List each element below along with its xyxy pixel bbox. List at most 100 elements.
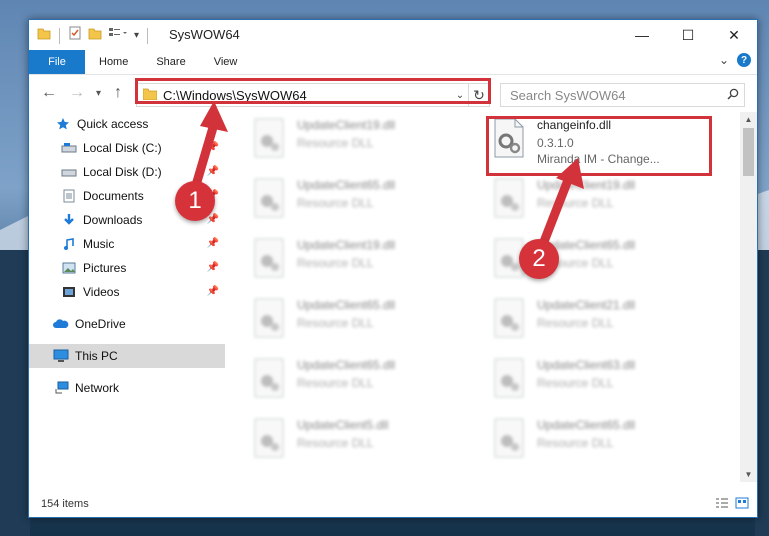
sidebar-item-pictures[interactable]: Pictures 📌	[29, 256, 225, 280]
help-button[interactable]: ?	[737, 53, 751, 67]
folder-icon	[37, 26, 51, 45]
toolbar-divider	[147, 27, 149, 44]
toolbar-divider	[59, 27, 60, 44]
list-item[interactable]: UpdateClient63.dll Resource DLL	[489, 352, 715, 412]
scroll-down-icon[interactable]: ▼	[740, 470, 757, 479]
tab-home[interactable]: Home	[85, 50, 142, 74]
refresh-icon[interactable]: ↻	[468, 84, 489, 106]
large-icons-view-icon[interactable]	[735, 497, 749, 512]
back-arrow-icon[interactable]: ←	[41, 84, 57, 102]
pin-icon[interactable]: 📌	[207, 262, 219, 273]
explorer-window: ▾ SysWOW64 — ☐ ✕ File Home Share View ⌄ …	[28, 19, 758, 518]
ribbon-right: ⌄ ?	[719, 53, 751, 67]
sidebar-item-label: OneDrive	[75, 317, 126, 331]
search-box[interactable]: Search SysWOW64	[500, 83, 745, 107]
new-folder-icon[interactable]	[88, 26, 102, 45]
sidebar-item-label: Music	[83, 237, 115, 251]
sidebar-item-onedrive[interactable]: OneDrive	[29, 312, 225, 336]
dll-file-icon	[494, 358, 524, 398]
file-name: UpdateClient19.dll	[297, 238, 396, 252]
list-item[interactable]: UpdateClient5.dll Resource DLL	[249, 412, 475, 472]
dll-file-icon	[494, 118, 524, 158]
file-name: UpdateClient63.dll	[537, 358, 636, 372]
file-description: Miranda IM - Change...	[537, 152, 660, 166]
recent-locations-icon[interactable]: ▾	[96, 88, 101, 99]
window-controls: — ☐ ✕	[619, 20, 757, 50]
file-name: changeinfo.dll	[537, 118, 612, 132]
pin-icon[interactable]: 📌	[207, 238, 219, 249]
list-item[interactable]: UpdateClient65.dll Resource DLL	[249, 172, 475, 232]
list-item[interactable]: UpdateClient65.dll Resource DLL	[249, 292, 475, 352]
music-icon	[61, 236, 77, 252]
sidebar-item-label: This PC	[75, 349, 118, 363]
pin-icon[interactable]: 📌	[207, 286, 219, 297]
sidebar-item-local-disk-c[interactable]: Local Disk (C:) 📌	[29, 136, 225, 160]
list-item[interactable]: UpdateClient65.dll Resource DLL	[489, 412, 715, 472]
dll-file-icon	[494, 178, 524, 218]
sidebar-item-network[interactable]: Network	[29, 376, 225, 400]
file-name: UpdateClient19.dll	[297, 118, 396, 132]
details-view-icon[interactable]	[715, 497, 729, 512]
view-toggle	[715, 497, 749, 512]
list-item[interactable]: UpdateClient21.dll Resource DLL	[489, 292, 715, 352]
search-input[interactable]: Search SysWOW64	[501, 88, 722, 103]
up-arrow-icon[interactable]: ↑	[114, 84, 122, 102]
status-bar: 154 items	[29, 491, 757, 517]
address-path[interactable]: C:\Windows\SysWOW64	[163, 88, 452, 103]
forward-arrow-icon[interactable]: →	[69, 84, 85, 102]
dll-file-icon	[254, 298, 284, 338]
sidebar-item-music[interactable]: Music 📌	[29, 232, 225, 256]
minimize-button[interactable]: —	[619, 20, 665, 50]
properties-icon[interactable]	[68, 26, 82, 45]
dll-file-icon	[254, 358, 284, 398]
file-type: Resource DLL	[297, 196, 374, 210]
sidebar-item-quick-access[interactable]: Quick access	[29, 112, 225, 136]
dll-file-icon	[254, 178, 284, 218]
list-item[interactable]: UpdateClient19.dll Resource DLL	[249, 112, 475, 172]
file-type: Resource DLL	[297, 256, 374, 270]
sidebar-item-label: Local Disk (D:)	[83, 165, 162, 179]
file-type: Resource DLL	[297, 136, 374, 150]
file-name: UpdateClient21.dll	[537, 298, 636, 312]
vertical-scrollbar[interactable]: ▲ ▼	[740, 112, 757, 482]
downloads-icon	[61, 212, 77, 228]
list-item-changeinfo-dll[interactable]: changeinfo.dll 0.3.1.0 Miranda IM - Chan…	[489, 112, 715, 172]
view-options-icon[interactable]	[108, 26, 128, 45]
address-dropdown-icon[interactable]: ⌄	[452, 90, 468, 101]
sidebar-item-label: Videos	[83, 285, 120, 299]
sidebar-item-label: Quick access	[77, 117, 149, 131]
scroll-up-icon[interactable]: ▲	[740, 115, 757, 124]
list-item[interactable]: UpdateClient65.dll Resource DLL	[249, 352, 475, 412]
list-item[interactable]: UpdateClient19.dll Resource DLL	[249, 232, 475, 292]
file-type: Resource DLL	[297, 376, 374, 390]
file-name: UpdateClient5.dll	[297, 418, 389, 432]
list-item[interactable]: UpdateClient19.dll Resource DLL	[489, 172, 715, 232]
file-version: 0.3.1.0	[537, 136, 574, 150]
close-button[interactable]: ✕	[711, 20, 757, 50]
tab-file[interactable]: File	[29, 50, 85, 74]
expand-ribbon-icon[interactable]: ⌄	[719, 53, 729, 67]
step-2-badge: 2	[519, 239, 559, 279]
drive-icon	[61, 140, 77, 156]
documents-icon	[61, 188, 77, 204]
file-name: UpdateClient65.dll	[297, 178, 396, 192]
address-bar[interactable]: C:\Windows\SysWOW64 ⌄ ↻	[136, 83, 490, 107]
file-name: UpdateClient65.dll	[297, 358, 396, 372]
dll-file-icon	[254, 238, 284, 278]
tab-view[interactable]: View	[200, 50, 252, 74]
pictures-icon	[61, 260, 77, 276]
sidebar-item-label: Local Disk (C:)	[83, 141, 162, 155]
pin-icon[interactable]: 📌	[207, 142, 219, 153]
tab-share[interactable]: Share	[142, 50, 199, 74]
scroll-thumb[interactable]	[743, 128, 754, 176]
file-type: Resource DLL	[297, 436, 374, 450]
sidebar-item-label: Network	[75, 381, 120, 395]
sidebar-item-videos[interactable]: Videos 📌	[29, 280, 225, 304]
pin-icon[interactable]: 📌	[207, 166, 219, 177]
maximize-button[interactable]: ☐	[665, 20, 711, 50]
sidebar-item-this-pc[interactable]: This PC	[29, 344, 225, 368]
customize-toolbar-icon[interactable]: ▾	[134, 30, 139, 41]
